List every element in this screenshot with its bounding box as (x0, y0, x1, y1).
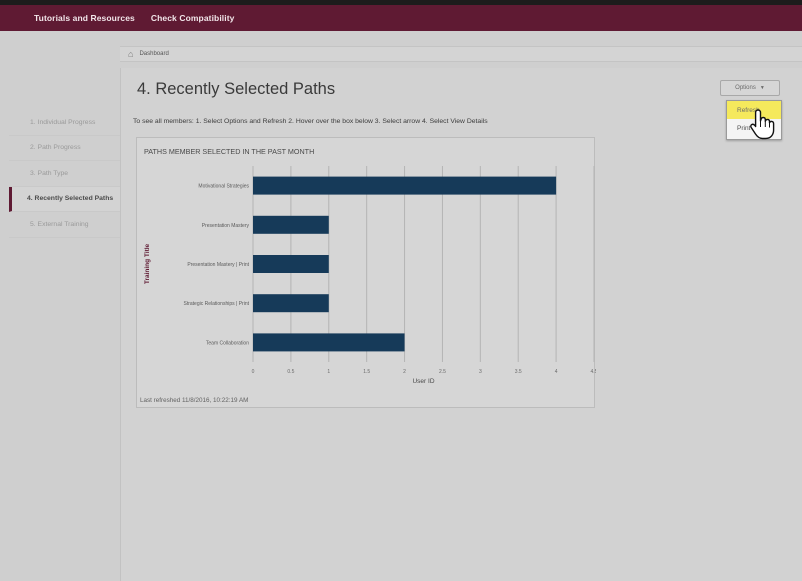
x-axis-title: User ID (412, 378, 434, 385)
hand-pointer-icon (750, 109, 775, 140)
options-button[interactable]: Options ▼ (720, 80, 780, 96)
bar (253, 294, 329, 313)
bar (253, 333, 405, 352)
x-tick-label: 1 (327, 369, 330, 375)
x-tick-label: 4.5 (591, 369, 596, 375)
sidebar-item-external-training[interactable]: 5. External Training (9, 212, 120, 238)
breadcrumb-dashboard[interactable]: Dashboard (139, 51, 168, 57)
sidebar-item-recently-selected-paths[interactable]: 4. Recently Selected Paths (9, 186, 120, 212)
x-tick-label: 3.5 (515, 369, 522, 375)
top-nav-bar: Tutorials and Resources Check Compatibil… (0, 0, 802, 31)
caret-down-icon: ▼ (759, 85, 765, 91)
category-label: Team Collaboration (206, 340, 249, 346)
options-label: Options (735, 85, 756, 91)
category-label: Motivational Strategies (198, 184, 249, 190)
x-tick-label: 0 (252, 369, 255, 375)
category-label: Strategic Relationships | Print (184, 301, 250, 307)
last-refreshed-text: Last refreshed 11/8/2016, 10:22:19 AM (140, 397, 249, 404)
y-axis-title: Training Title (144, 243, 151, 284)
bar (253, 176, 557, 195)
sidebar-item-individual-progress[interactable]: 1. Individual Progress (9, 110, 120, 136)
page-title: 4. Recently Selected Paths (137, 80, 336, 98)
x-tick-label: 1.5 (363, 369, 370, 375)
nav-check-compatibility-link[interactable]: Check Compatibility (151, 13, 235, 23)
main-content: 4. Recently Selected Paths To see all me… (120, 68, 802, 581)
chart-panel[interactable]: PATHS MEMBER SELECTED IN THE PAST MONTH … (136, 137, 596, 408)
x-tick-label: 2.5 (439, 369, 446, 375)
sidebar-item-path-progress[interactable]: 2. Path Progress (9, 136, 120, 161)
bar-chart: 0 0.5 1 1.5 2 2.5 3 3.5 4 4.5 Motivational Strateg… (144, 166, 596, 385)
instructions-text: To see all members: 1. Select Options an… (133, 118, 488, 125)
category-label: Presentation Mastery (202, 223, 250, 229)
x-tick-label: 4 (555, 369, 558, 375)
breadcrumb: ⌂ Dashboard (120, 46, 802, 62)
home-icon[interactable]: ⌂ (128, 49, 133, 59)
category-label: Presentation Mastery | Print (187, 262, 249, 268)
bar (253, 255, 329, 273)
nav-tutorials-link[interactable]: Tutorials and Resources (34, 13, 135, 23)
x-tick-label: 0.5 (287, 369, 294, 375)
x-tick-label: 2 (403, 369, 406, 375)
bar (253, 215, 329, 234)
sidebar-item-path-type[interactable]: 3. Path Type (9, 161, 120, 187)
x-tick-label: 3 (479, 369, 482, 375)
sidebar: 1. Individual Progress 2. Path Progress … (9, 110, 120, 238)
